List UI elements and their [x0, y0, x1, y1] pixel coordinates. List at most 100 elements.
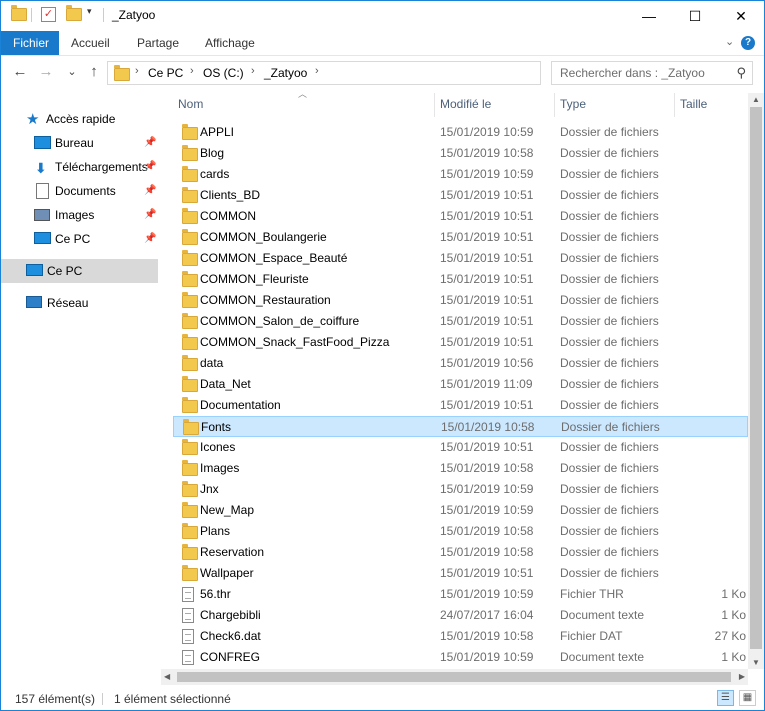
up-button[interactable]: ↑ [85, 63, 103, 81]
file-row[interactable]: Chargebibli 24/07/2017 16:04 Document text… [173, 605, 748, 626]
breadcrumb-os-c[interactable]: OS (C:) [203, 66, 244, 80]
back-button[interactable]: ← [11, 63, 29, 81]
maximize-button[interactable]: ☐ [672, 1, 718, 31]
column-header-size[interactable]: Taille [680, 93, 745, 117]
recent-locations-button[interactable]: ⌄ [63, 63, 81, 81]
column-divider[interactable] [434, 93, 435, 117]
file-name: Chargebibli [200, 608, 261, 622]
help-icon[interactable]: ? [741, 36, 755, 50]
file-row[interactable]: Check6.dat 15/01/2019 10:58 Fichier DAT 27 … [173, 626, 748, 647]
folder-row[interactable]: COMMON 15/01/2019 10:51 Dossier de fichier… [173, 206, 748, 227]
file-name: COMMON_Salon_de_coiffure [200, 314, 360, 328]
folder-row[interactable]: Clients_BD 15/01/2019 10:51 Dossier de fic… [173, 185, 748, 206]
folder-row[interactable]: Images 15/01/2019 10:58 Dossier de fichier… [173, 458, 748, 479]
file-type: Dossier de fichiers [560, 356, 659, 370]
folder-icon [182, 502, 198, 521]
breadcrumb-ce-pc[interactable]: Ce PC [148, 66, 183, 80]
nav-telechargements[interactable]: ⬇ Téléchargements 📌 [1, 155, 158, 179]
new-folder-icon[interactable] [66, 5, 82, 24]
nav-bureau[interactable]: Bureau 📌 [1, 131, 158, 155]
file-name: Clients_BD [200, 188, 261, 202]
column-divider[interactable] [674, 93, 675, 117]
search-box[interactable]: Rechercher dans : _Zatyoo ⚲ [551, 61, 753, 85]
nav-ce-pc[interactable]: Ce PC [1, 259, 158, 283]
vertical-scrollbar[interactable]: ▲ ▼ [748, 93, 764, 669]
forward-button[interactable]: → [37, 63, 55, 81]
column-divider[interactable] [554, 93, 555, 117]
column-header-name[interactable]: Nom [178, 93, 428, 117]
status-bar: 157 élément(s) 1 élément sélectionné ☰ ▦ [1, 687, 764, 710]
folder-row[interactable]: cards 15/01/2019 10:59 Dossier de fichiers [173, 164, 748, 185]
toolbar-divider [103, 8, 104, 22]
folder-row[interactable]: Jnx 15/01/2019 10:59 Dossier de fichiers [173, 479, 748, 500]
vertical-scroll-thumb[interactable] [750, 107, 762, 649]
folder-row[interactable]: Reservation 15/01/2019 10:58 Dossier de fi… [173, 542, 748, 563]
folder-icon [182, 460, 198, 479]
folder-row[interactable]: Documentation 15/01/2019 10:51 Dossier de … [173, 395, 748, 416]
file-name: data [200, 356, 224, 370]
folder-row[interactable]: Blog 15/01/2019 10:58 Dossier de fichiers [173, 143, 748, 164]
folder-row[interactable]: COMMON_Restauration 15/01/2019 10:51 Dossi… [173, 290, 748, 311]
breadcrumb-separator[interactable]: › [190, 65, 194, 77]
folder-row[interactable]: Icones 15/01/2019 10:51 Dossier de fichier… [173, 437, 748, 458]
file-row[interactable]: 56.thr 15/01/2019 10:59 Fichier THR 1 Ko [173, 584, 748, 605]
nav-reseau[interactable]: Réseau [1, 291, 158, 315]
scroll-up-arrow-icon[interactable]: ▲ [748, 95, 764, 104]
nav-images[interactable]: Images 📌 [1, 203, 158, 227]
scroll-left-arrow-icon[interactable]: ◀ [164, 672, 170, 681]
folder-row[interactable]: Fonts 15/01/2019 10:58 Dossier de fichiers [173, 416, 748, 437]
nav-label: Documents [55, 184, 116, 198]
file-row[interactable]: CONFREG 15/01/2019 10:59 Document texte 1 K… [173, 647, 748, 668]
folder-row[interactable]: Data_Net 15/01/2019 11:09 Dossier de fichi… [173, 374, 748, 395]
close-button[interactable]: ✕ [718, 1, 764, 31]
file-name: cards [200, 167, 230, 181]
pin-icon[interactable]: 📌 [144, 179, 156, 203]
folder-row[interactable]: Plans 15/01/2019 10:58 Dossier de fichiers [173, 521, 748, 542]
pin-icon[interactable]: 📌 [144, 155, 156, 179]
folder-row[interactable]: APPLI 15/01/2019 10:59 Dossier de fichiers [173, 122, 748, 143]
column-header-modified[interactable]: Modifié le [440, 93, 550, 117]
folder-row[interactable]: COMMON_Espace_Beauté 15/01/2019 10:51 Doss… [173, 248, 748, 269]
scroll-right-arrow-icon[interactable]: ▶ [739, 672, 745, 681]
minimize-button[interactable]: — [626, 1, 672, 31]
customize-toolbar-icon[interactable]: ▾ [87, 6, 92, 22]
nav-documents[interactable]: Documents 📌 [1, 179, 158, 203]
tab-fichier[interactable]: Fichier [1, 31, 59, 55]
details-view-icon[interactable]: ☰ [717, 690, 734, 706]
folder-row[interactable]: COMMON_Salon_de_coiffure 15/01/2019 10:51… [173, 311, 748, 332]
tab-partage[interactable]: Partage [125, 31, 191, 55]
tab-accueil[interactable]: Accueil [59, 31, 122, 55]
folder-row[interactable]: COMMON_Snack_FastFood_Pizza 15/01/2019 10… [173, 332, 748, 353]
tab-affichage[interactable]: Affichage [193, 31, 267, 55]
pin-icon[interactable]: 📌 [144, 131, 156, 155]
folder-row[interactable]: data 15/01/2019 10:56 Dossier de fichiers [173, 353, 748, 374]
folder-row[interactable]: New_Map 15/01/2019 10:59 Dossier de fichie… [173, 500, 748, 521]
column-header-type[interactable]: Type [560, 93, 670, 117]
pin-icon[interactable]: 📌 [144, 203, 156, 227]
folder-row[interactable]: COMMON_Boulangerie 15/01/2019 10:51 Dossie… [173, 227, 748, 248]
search-icon[interactable]: ⚲ [736, 65, 746, 81]
file-modified: 15/01/2019 10:51 [440, 440, 534, 454]
pin-icon[interactable]: 📌 [144, 227, 156, 251]
scroll-down-arrow-icon[interactable]: ▼ [748, 658, 764, 667]
nav-acces-rapide[interactable]: ★ Accès rapide [1, 107, 158, 131]
horizontal-scrollbar[interactable]: ◀ ▶ [161, 669, 748, 685]
file-type: Fichier THR [560, 587, 624, 601]
folder-row[interactable]: COMMON_Fleuriste 15/01/2019 10:51 Dossier … [173, 269, 748, 290]
breadcrumb-separator[interactable]: › [315, 65, 319, 77]
file-modified: 24/07/2017 16:04 [440, 608, 534, 622]
file-modified: 15/01/2019 10:51 [440, 251, 534, 265]
file-modified: 15/01/2019 10:58 [440, 524, 534, 538]
horizontal-scroll-thumb[interactable] [177, 672, 731, 682]
search-placeholder[interactable]: Rechercher dans : _Zatyoo [560, 66, 705, 80]
nav-ce-pc-quick[interactable]: Ce PC 📌 [1, 227, 158, 251]
breadcrumb-separator[interactable]: › [135, 65, 139, 77]
file-type: Dossier de fichiers [560, 545, 659, 559]
folder-row[interactable]: Wallpaper 15/01/2019 10:51 Dossier de fich… [173, 563, 748, 584]
breadcrumb-zatyoo[interactable]: _Zatyoo [264, 66, 307, 80]
address-bar[interactable]: › Ce PC › OS (C:) › _Zatyoo › ⌄ ↻ [107, 61, 639, 85]
large-icons-view-icon[interactable]: ▦ [739, 690, 756, 706]
properties-icon[interactable]: ✓ [41, 7, 56, 22]
breadcrumb-separator[interactable]: › [251, 65, 255, 77]
ribbon-expand-icon[interactable]: ⌄ [725, 35, 734, 48]
